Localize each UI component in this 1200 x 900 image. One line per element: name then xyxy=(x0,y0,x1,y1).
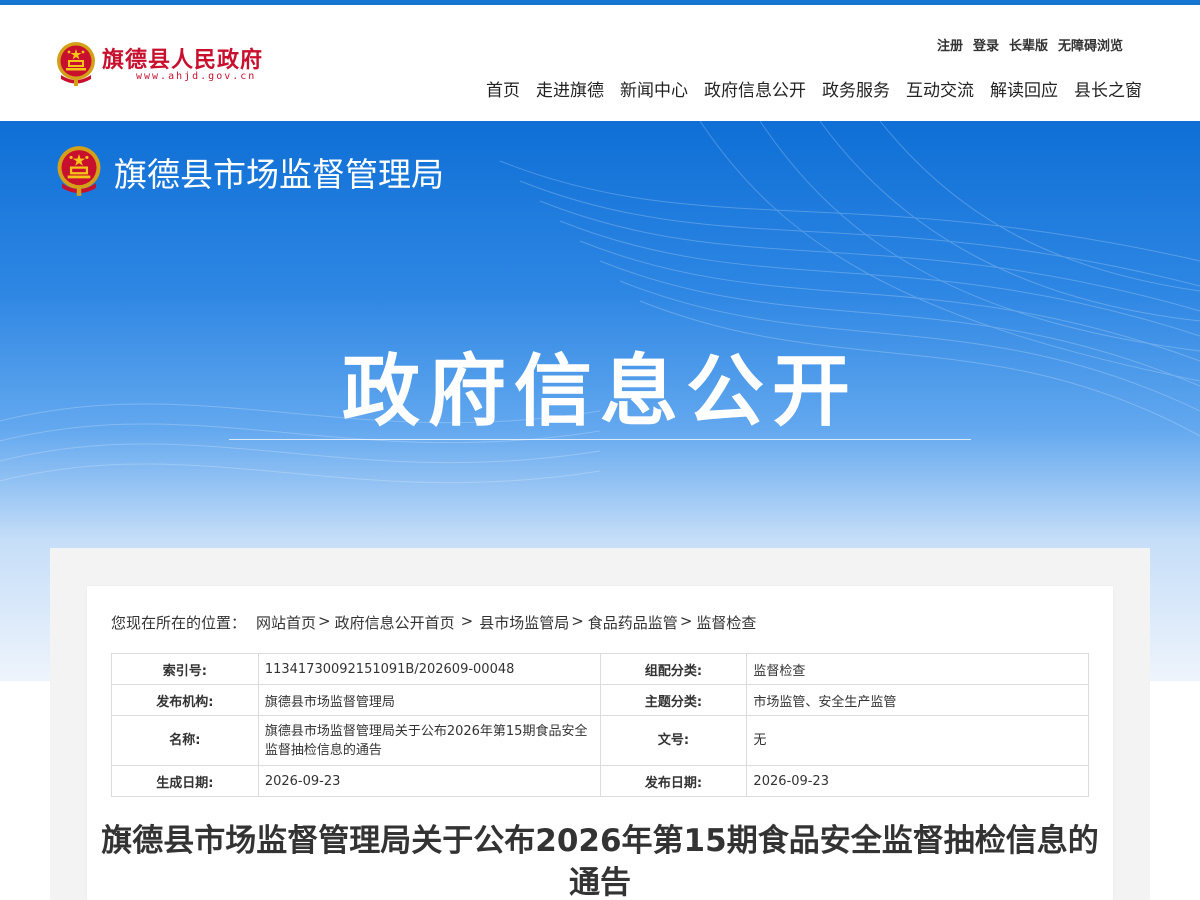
category-label: 组配分类: xyxy=(599,653,748,685)
nav-item-gov-info[interactable]: 政府信息公开 xyxy=(704,76,806,101)
name-value: 旗德县市场监督管理局关于公布2026年第15期食品安全监督抽检信息的通告 xyxy=(257,715,601,766)
topic-value: 市场监管、安全生产监管 xyxy=(746,684,1089,716)
banner-divider xyxy=(229,439,971,440)
published-date-label: 发布日期: xyxy=(599,765,748,797)
publisher-value: 旗德县市场监督管理局 xyxy=(257,684,601,716)
accessibility-link[interactable]: 无障碍浏览 xyxy=(1058,35,1123,54)
breadcrumb-separator: > xyxy=(318,612,331,630)
register-link[interactable]: 注册 xyxy=(937,35,963,54)
breadcrumb-item-food-drug[interactable]: 食品药品监管 xyxy=(588,612,678,633)
table-row: 名称: 旗德县市场监督管理局关于公布2026年第15期食品安全监督抽检信息的通告… xyxy=(111,715,1089,766)
site-url: www.ahjd.gov.cn xyxy=(136,71,257,82)
breadcrumb-item-bureau[interactable]: 县市场监管局 xyxy=(479,612,569,633)
created-date-value: 2026-09-23 xyxy=(257,765,601,797)
nav-item-about[interactable]: 走进旗德 xyxy=(536,76,604,101)
table-row: 生成日期: 2026-09-23 发布日期: 2026-09-23 xyxy=(111,765,1089,797)
elderly-mode-link[interactable]: 长辈版 xyxy=(1009,35,1048,54)
index-value: 11341730092151091B/202609-00048 xyxy=(257,653,601,685)
document-title: 旗德县市场监督管理局关于公布2026年第15期食品安全监督抽检信息的通告 xyxy=(101,823,1099,900)
nav-item-interpretation[interactable]: 解读回应 xyxy=(990,76,1058,101)
name-label: 名称: xyxy=(111,715,259,766)
site-header: 旗德县人民政府 www.ahjd.gov.cn 注册 登录 长辈版 无障碍浏览 … xyxy=(0,5,1200,121)
nav-item-services[interactable]: 政务服务 xyxy=(822,76,890,101)
site-title[interactable]: 旗德县人民政府 xyxy=(102,42,263,74)
doc-number-label: 文号: xyxy=(599,715,748,766)
document-metadata-table: 索引号: 11341730092151091B/202609-00048 组配分… xyxy=(111,653,1089,797)
index-label: 索引号: xyxy=(111,653,259,685)
department-emblem-icon xyxy=(57,146,101,196)
utility-links: 注册 登录 长辈版 无障碍浏览 xyxy=(937,35,1123,54)
published-date-value: 2026-09-23 xyxy=(746,765,1089,797)
nav-item-interaction[interactable]: 互动交流 xyxy=(906,76,974,101)
nav-item-news[interactable]: 新闻中心 xyxy=(620,76,688,101)
topic-label: 主题分类: xyxy=(599,684,748,716)
breadcrumb-separator: > xyxy=(460,612,474,630)
created-date-label: 生成日期: xyxy=(111,765,259,797)
breadcrumb-item-gov-info[interactable]: 政府信息公开首页 xyxy=(335,612,455,633)
category-value: 监督检查 xyxy=(746,653,1089,685)
table-row: 发布机构: 旗德县市场监督管理局 主题分类: 市场监管、安全生产监管 xyxy=(111,684,1089,716)
national-emblem-icon[interactable] xyxy=(55,41,97,87)
main-nav: 首页 走进旗德 新闻中心 政府信息公开 政务服务 互动交流 解读回应 县长之窗 xyxy=(486,76,1142,101)
table-row: 索引号: 11341730092151091B/202609-00048 组配分… xyxy=(111,653,1089,685)
login-link[interactable]: 登录 xyxy=(973,35,999,54)
breadcrumb-item-inspection[interactable]: 监督检查 xyxy=(696,612,756,633)
breadcrumb-separator: > xyxy=(571,612,584,630)
breadcrumb-item-home[interactable]: 网站首页 xyxy=(256,612,316,633)
banner-heading: 政府信息公开 xyxy=(341,347,858,437)
doc-number-value: 无 xyxy=(746,715,1089,766)
department-title: 旗德县市场监督管理局 xyxy=(114,155,444,194)
breadcrumb: 您现在所在的位置： 网站首页 > 政府信息公开首页 > 县市场监管局 > 食品药… xyxy=(111,612,756,633)
nav-item-home[interactable]: 首页 xyxy=(486,76,520,101)
breadcrumb-prefix: 您现在所在的位置： xyxy=(111,614,247,632)
publisher-label: 发布机构: xyxy=(111,684,259,716)
breadcrumb-separator: > xyxy=(679,612,693,630)
nav-item-mayor[interactable]: 县长之窗 xyxy=(1074,76,1142,101)
